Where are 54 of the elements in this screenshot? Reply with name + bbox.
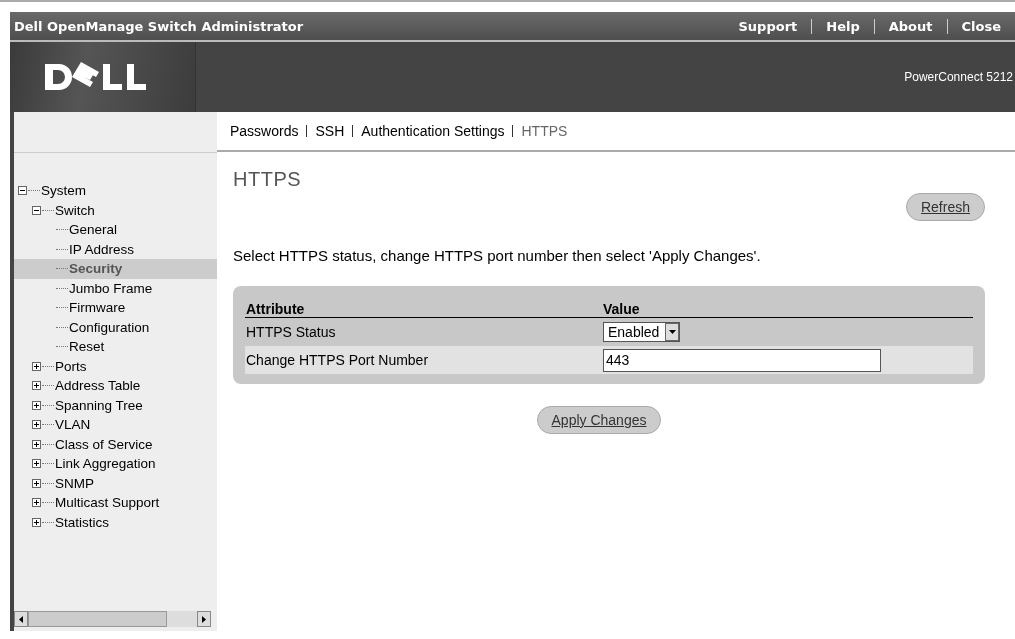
tree-item[interactable]: Switch — [55, 202, 95, 218]
tree-item[interactable]: Multicast Support — [55, 495, 160, 511]
header-link[interactable]: About — [873, 18, 947, 34]
header-link[interactable]: Close — [946, 18, 1015, 34]
column-header: Attribute — [245, 301, 306, 317]
nav-tab[interactable]: Authentication Settings — [361, 123, 505, 139]
page-title: HTTPS — [233, 168, 303, 191]
tree-item[interactable]: Address Table — [55, 378, 141, 394]
tree-item[interactable]: Class of Service — [55, 436, 153, 452]
window-title: Dell OpenManage Switch Administrator — [13, 18, 304, 34]
status-dropdown[interactable]: Enabled — [603, 322, 681, 342]
collapse-icon[interactable] — [32, 205, 41, 215]
scroll-left-button[interactable] — [14, 611, 28, 627]
expand-icon[interactable] — [32, 478, 41, 488]
tree-item[interactable]: Spanning Tree — [55, 397, 143, 413]
expand-icon[interactable] — [32, 498, 41, 508]
product-name: PowerConnect 5212 — [904, 70, 1014, 84]
expand-icon[interactable] — [32, 420, 41, 430]
tree-item[interactable]: SNMP — [55, 475, 94, 491]
tree-item[interactable]: General — [69, 222, 118, 238]
port-field[interactable]: 443 — [603, 348, 881, 372]
expand-icon[interactable] — [32, 439, 41, 449]
expand-icon[interactable] — [32, 381, 41, 391]
tree-item[interactable]: Link Aggregation — [55, 456, 156, 472]
table-cell-text: HTTPS Status — [245, 324, 337, 340]
instructions: Select HTTPS status, change HTTPS port number then select 'Apply Changes'. — [233, 247, 762, 264]
table-cell-text: Change HTTPS Port Number — [245, 352, 430, 368]
expand-icon[interactable] — [32, 517, 41, 527]
tree-item[interactable]: Statistics — [55, 514, 109, 530]
tree-item[interactable]: Firmware — [69, 300, 126, 316]
collapse-icon[interactable] — [18, 186, 27, 196]
tree-item[interactable]: Configuration — [69, 319, 150, 335]
expand-icon[interactable] — [32, 361, 41, 371]
right-arrow-icon — [202, 615, 206, 623]
apply-button[interactable]: Apply Changes — [536, 406, 662, 434]
nav-tab[interactable]: Passwords — [230, 123, 299, 139]
tree-item[interactable]: VLAN — [55, 417, 91, 433]
header-link[interactable]: Support — [724, 18, 812, 34]
left-arrow-icon — [19, 615, 23, 623]
tree-item[interactable]: Jumbo Frame — [69, 280, 153, 296]
expand-icon[interactable] — [32, 400, 41, 410]
nav-tab[interactable]: HTTPS — [521, 123, 568, 139]
scroll-right-button[interactable] — [197, 611, 211, 627]
tree-item[interactable]: Reset — [69, 339, 105, 355]
scrollbar-thumb[interactable] — [28, 611, 167, 627]
tree-item[interactable]: IP Address — [69, 241, 135, 257]
header-link[interactable]: Help — [811, 18, 874, 34]
expand-icon[interactable] — [32, 459, 41, 469]
logo-icon — [10, 42, 196, 112]
refresh-button[interactable]: Refresh — [905, 193, 985, 221]
column-header: Value — [603, 301, 641, 317]
nav-tab[interactable]: SSH — [315, 123, 345, 139]
tree-item[interactable]: Ports — [55, 358, 87, 374]
tree-item[interactable]: System — [41, 183, 86, 199]
